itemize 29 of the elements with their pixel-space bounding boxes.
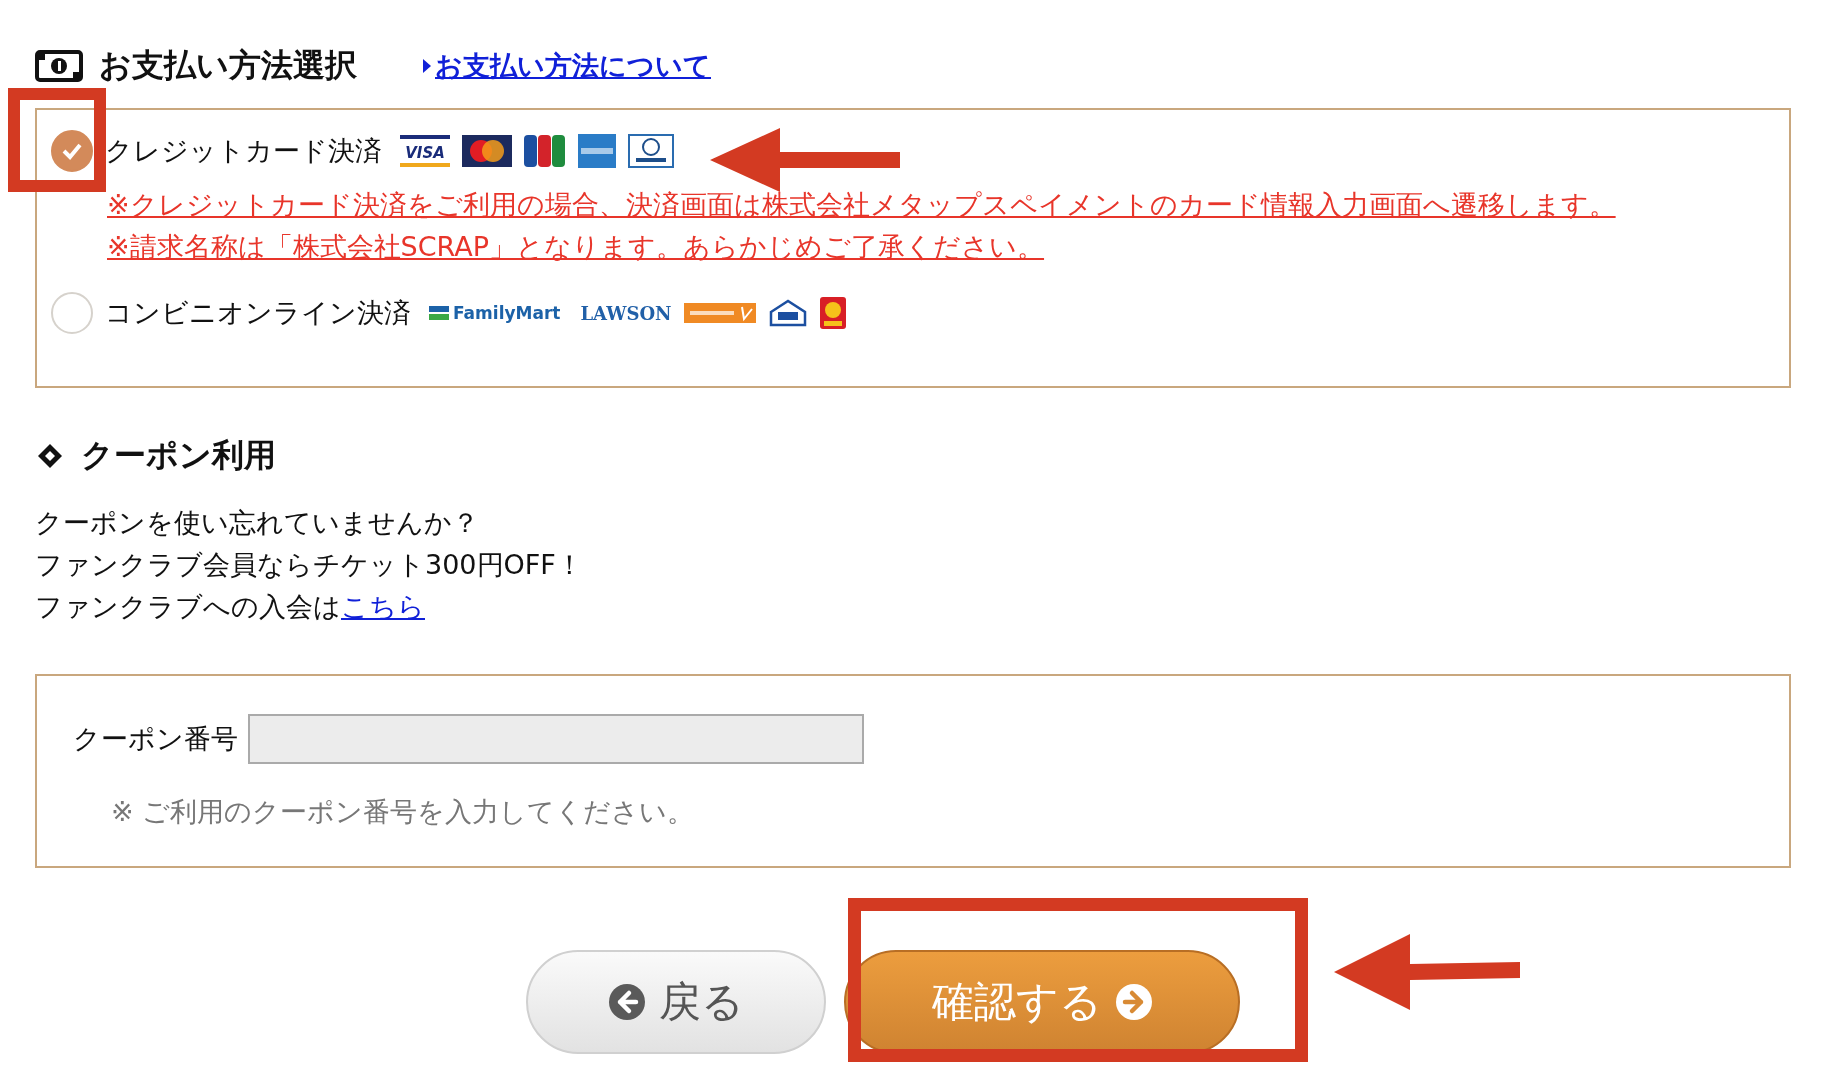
radio-button[interactable] [51,130,93,172]
info-text: クーポンを使い忘れていませんか？ [35,506,480,540]
check-icon [61,142,83,160]
notice-text: ※請求名称は「株式会社SCRAP」となります。あらかじめご了承ください。 [107,230,1046,264]
visa-logo: VISA [400,135,450,167]
payment-method-label: コンビニオンライン決済 [105,296,411,330]
mastercard-logo [462,135,512,167]
payment-method-label: クレジットカード決済 [105,134,382,168]
diners-logo [628,134,674,168]
back-button[interactable]: 戻る [526,950,826,1054]
section-heading: お支払い方法選択 [99,45,357,86]
field-note: ※ ご利用のクーポン番号を入力してください。 [111,795,696,829]
jcb-logo [524,135,566,167]
daily-logo [819,297,846,329]
amex-logo [578,134,616,168]
familymart-logo: FamilyMart [429,303,561,323]
triangle-icon [423,59,431,73]
section-heading: クーポン利用 [81,435,276,476]
radio-button[interactable] [51,292,93,334]
info-text: ファンクラブへの入会は [35,591,341,622]
banknote-icon [35,50,83,82]
notice-text: ※クレジットカード決済をご利用の場合、決済画面は株式会社メタップスペイメントのカード情報入力画面へ遷移します。 [107,188,1617,222]
ministop-logo [767,298,808,328]
lawson-logo: LAWSON [580,302,672,324]
info-text: ファンクラブ会員ならチケット300円OFF！ [35,548,584,582]
help-link[interactable]: お支払い方法について [423,48,711,84]
coupon-field[interactable] [248,714,864,764]
field-label: クーポン番号 [73,722,238,756]
join-link[interactable]: こちら [341,591,425,622]
